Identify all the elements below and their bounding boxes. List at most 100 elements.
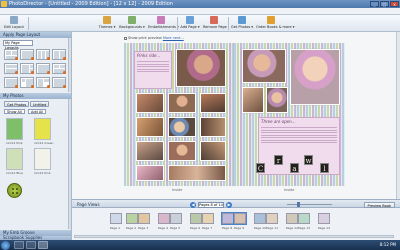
photo[interactable] [242, 49, 286, 83]
close-button[interactable]: x [390, 1, 399, 7]
remove-page-button[interactable]: Remove Page [203, 16, 227, 31]
photos-panel-header[interactable]: My Photos [0, 93, 71, 99]
photo[interactable] [136, 93, 164, 113]
button-embellishment[interactable] [7, 183, 22, 198]
left-journal-title: Pinks ride... [137, 53, 161, 58]
right-page[interactable]: Three are open... C r a w l [234, 43, 345, 186]
layout-dropdown[interactable]: My Page Layouts [3, 40, 33, 50]
taskbar-app-icon[interactable] [38, 241, 48, 249]
photo[interactable] [168, 93, 196, 113]
page-thumbnail[interactable] [158, 213, 170, 224]
page-thumbnail[interactable] [138, 213, 150, 224]
toolbar-separator [177, 17, 178, 30]
layout-thumb[interactable] [20, 49, 34, 60]
letter-tile[interactable]: C [256, 163, 265, 173]
add-all-tab[interactable]: Add All [28, 109, 47, 114]
paper-swatch[interactable] [6, 118, 23, 140]
photo[interactable] [200, 117, 226, 137]
layout-thumb[interactable] [52, 63, 66, 74]
page-thumbnail[interactable] [110, 213, 122, 224]
photo[interactable] [200, 93, 226, 113]
more-link[interactable]: More next... [163, 36, 184, 40]
preview-book-button[interactable]: Preview Book [363, 201, 395, 208]
photo[interactable] [290, 49, 340, 105]
page-thumbnail[interactable] [221, 212, 235, 225]
next-page-button[interactable]: ▶ [226, 201, 232, 208]
letter-tile[interactable]: r [274, 155, 283, 165]
page-thumbnail[interactable] [254, 213, 266, 224]
taskbar-app-icon[interactable] [14, 241, 24, 249]
photo[interactable] [242, 87, 264, 113]
layout-thumb[interactable] [4, 49, 18, 60]
photo[interactable] [168, 141, 196, 161]
page-thumbnail-label: Page 14 [318, 226, 331, 230]
left-page[interactable]: Pinks ride... [124, 43, 234, 186]
order-books-button[interactable]: Order Books & more ▾ [256, 16, 294, 31]
page-thumbnail[interactable] [298, 213, 310, 224]
get-photos-sidebar-button[interactable]: Get Photos [4, 101, 30, 107]
layout-panel-header[interactable]: Apply Page Layout [0, 32, 71, 38]
edit-layout-button[interactable]: Edit Layout [4, 16, 24, 31]
photo[interactable] [266, 87, 288, 113]
maximize-button[interactable]: □ [380, 1, 389, 7]
layout-thumb[interactable] [36, 77, 50, 88]
photos-scrollbar[interactable] [68, 99, 71, 229]
zoom-slider[interactable] [287, 202, 332, 207]
start-button[interactable] [1, 240, 10, 250]
layout-thumb[interactable] [4, 63, 18, 74]
layout-scrollbar[interactable] [68, 38, 71, 92]
page-thumbnail[interactable] [202, 213, 214, 224]
unfilled-button[interactable]: Unfilled [30, 101, 50, 107]
letter-tile[interactable]: w [304, 155, 313, 165]
photo[interactable] [176, 49, 226, 87]
photo[interactable] [136, 141, 164, 161]
print-preview-checkbox[interactable] [124, 36, 127, 40]
photo[interactable] [168, 165, 226, 181]
page-thumbnail-label: Page 3 [138, 226, 149, 230]
page-number-box[interactable]: Pages 8 of 14 [198, 201, 224, 208]
letter-tile[interactable]: a [290, 163, 299, 173]
photo[interactable] [136, 165, 164, 181]
layout-thumb[interactable] [36, 63, 50, 74]
toolbar-separator [228, 17, 229, 30]
print-preview-label: Show print preview [128, 36, 162, 40]
get-photos-button[interactable]: Get Photos ▾ [231, 16, 253, 31]
left-journal-box[interactable]: Pinks ride... [134, 51, 172, 89]
layout-thumb[interactable] [20, 63, 34, 74]
right-journal-title: Three are open... [261, 119, 296, 124]
layout-thumb[interactable] [52, 49, 66, 60]
photo[interactable] [136, 117, 164, 137]
prev-page-button[interactable]: ◀ [190, 201, 196, 208]
page-thumbnail-label: Page 8 [222, 226, 233, 230]
show-all-tab[interactable]: Show All [4, 109, 25, 114]
page-thumbnail[interactable] [126, 213, 138, 224]
letter-tile[interactable]: l [320, 163, 329, 173]
embellishments-button[interactable]: Embellishments ▾ [148, 16, 179, 31]
page-thumbnail[interactable] [266, 213, 278, 224]
page-thumbnail[interactable] [286, 213, 298, 224]
zoom-slider-knob[interactable] [297, 202, 300, 207]
backgrounds-button[interactable]: Backgrounds ▾ [119, 16, 145, 31]
page-thumbnail[interactable] [318, 213, 330, 224]
page-thumbnail-label: Page 12 [286, 226, 299, 230]
layout-thumb[interactable] [52, 77, 66, 88]
layout-thumb[interactable] [36, 49, 50, 60]
minimize-button[interactable]: _ [370, 1, 379, 7]
paper-swatch[interactable] [34, 118, 51, 140]
paper-swatch[interactable] [34, 148, 51, 170]
page-thumbnail[interactable] [233, 212, 247, 225]
themes-button[interactable]: Themes ▾ [97, 16, 117, 31]
layout-thumb[interactable] [4, 77, 18, 88]
page-thumbnail-label: Page 4 [158, 226, 169, 230]
photo[interactable] [168, 117, 196, 137]
strip-scrollbar[interactable] [74, 235, 394, 238]
layout-thumb[interactable] [20, 77, 34, 88]
toolbar-separator [28, 17, 29, 30]
page-thumbnail[interactable] [170, 213, 182, 224]
add-page-button[interactable]: Add Page ▾ [180, 16, 200, 31]
page-thumbnail[interactable] [190, 213, 202, 224]
paper-swatch[interactable] [6, 148, 23, 170]
taskbar-app-icon[interactable] [26, 241, 36, 249]
canvas-scrollbar[interactable] [396, 32, 400, 199]
photo[interactable] [200, 141, 226, 161]
